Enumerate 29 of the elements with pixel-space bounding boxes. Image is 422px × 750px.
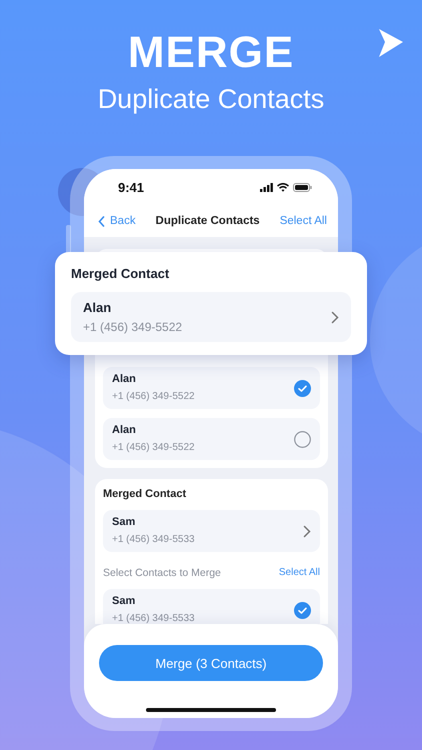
wifi-icon	[277, 182, 289, 192]
section-title: Merged Contact	[103, 487, 188, 501]
contact-name: Alan	[83, 300, 112, 315]
nav-title: Duplicate Contacts	[156, 215, 260, 227]
chevron-right-icon	[331, 310, 339, 324]
contact-row[interactable]: Alan +1 (456) 349-5522	[103, 418, 320, 460]
chevron-left-icon	[98, 216, 105, 226]
contact-row[interactable]: Sam +1 (456) 349-5533	[103, 589, 320, 624]
paper-plane-icon	[378, 28, 404, 58]
contact-name: Alan	[112, 373, 136, 386]
contact-row[interactable]: Alan +1 (456) 349-5522	[71, 292, 351, 342]
contact-phone: +1 (456) 349-5533	[112, 534, 195, 546]
contact-name: Sam	[112, 595, 136, 608]
contact-name: Sam	[112, 516, 136, 529]
contact-name: Alan	[112, 424, 136, 437]
card-title: Merged Contact	[71, 266, 170, 282]
contact-phone: +1 (456) 349-5522	[83, 320, 182, 334]
contact-row[interactable]: Sam +1 (456) 349-5533	[103, 510, 320, 552]
headline-subtitle: Duplicate Contacts	[98, 83, 324, 115]
status-time: 9:41	[118, 180, 144, 194]
contact-phone: +1 (456) 349-5522	[112, 391, 195, 403]
contact-row[interactable]: Alan +1 (456) 349-5522	[103, 367, 320, 409]
battery-icon	[293, 182, 312, 192]
signal-icon	[260, 182, 273, 192]
section-label: Select Contacts to Merge	[103, 566, 221, 580]
contact-phone: +1 (456) 349-5533	[112, 613, 195, 624]
contact-phone: +1 (456) 349-5522	[112, 442, 195, 454]
headline-title: MERGE	[128, 31, 294, 75]
chevron-right-icon	[303, 524, 311, 538]
